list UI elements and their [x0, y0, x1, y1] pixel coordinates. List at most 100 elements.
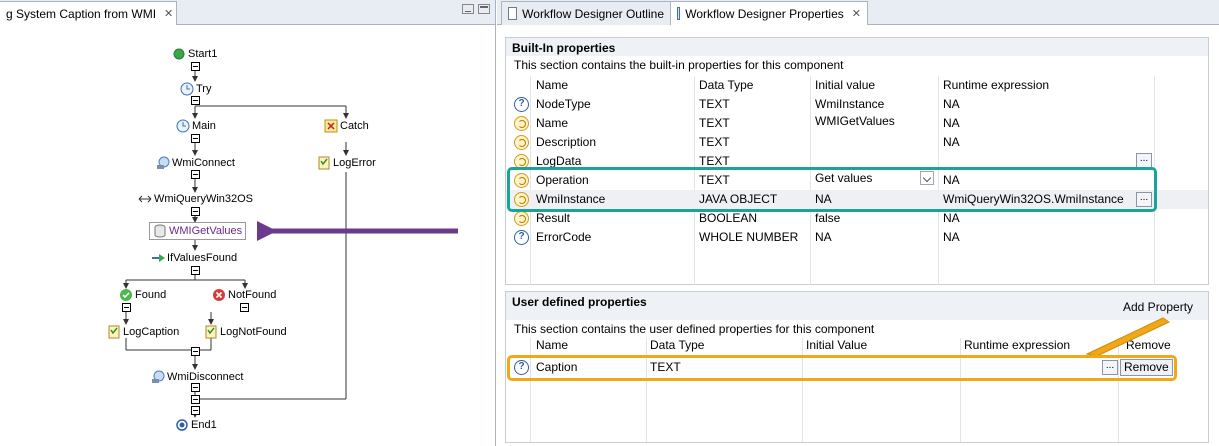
column-header: Remove — [1126, 338, 1171, 352]
table-header: Name Data Type Initial Value Runtime exp… — [506, 338, 1208, 354]
close-icon[interactable]: ✕ — [164, 7, 173, 20]
node-logcaption[interactable]: LogCaption — [107, 324, 179, 340]
workflow-connections — [123, 68, 458, 418]
cell-name: Description — [536, 135, 597, 149]
node-label: IfValuesFound — [167, 252, 238, 264]
cell-runtime[interactable]: NA — [943, 114, 960, 133]
cell-name: ErrorCode — [536, 230, 592, 244]
table-row[interactable]: Description TEXT NA — [506, 133, 1208, 152]
cell-type: WHOLE NUMBER — [699, 230, 799, 244]
error-icon — [212, 288, 226, 302]
node-end[interactable]: End1 — [175, 417, 217, 433]
node-ifvalues[interactable]: IfValuesFound — [151, 250, 237, 266]
log-icon — [204, 325, 218, 339]
connector — [191, 96, 200, 105]
connector — [191, 170, 200, 179]
node-label: Start1 — [188, 48, 218, 60]
column-header: Runtime expression — [943, 78, 1050, 92]
node-found[interactable]: Found — [119, 287, 166, 303]
cell-name: Name — [536, 116, 569, 130]
builtin-properties-section: Built-In properties This section contain… — [505, 37, 1209, 285]
end-icon — [175, 418, 189, 432]
properties-panel: Workflow Designer Outline Workflow Desig… — [497, 0, 1219, 446]
node-label: LogCaption — [123, 326, 180, 338]
highlight-box-orange — [507, 355, 1177, 381]
tab-properties[interactable]: Workflow Designer Properties ✕ — [670, 1, 868, 25]
connector — [191, 134, 200, 143]
node-label: WmiConnect — [172, 157, 235, 169]
node-wmiconnect[interactable]: WmiConnect — [156, 155, 235, 171]
table-header: Name Data Type Initial value Runtime exp… — [506, 76, 1208, 95]
tab-label: Workflow Designer Properties — [685, 6, 844, 21]
column-header: Initial Value — [806, 338, 868, 352]
wmi-icon — [151, 370, 165, 384]
connector — [191, 266, 200, 275]
expression-icon — [514, 116, 529, 131]
editor-tab[interactable]: g System Caption from WMI ✕ — [0, 1, 177, 25]
close-icon[interactable]: ✕ — [852, 7, 861, 20]
maximize-icon[interactable] — [478, 4, 490, 14]
workflow-canvas[interactable]: Start1 Try Main Catch WmiConnect LogErro… — [0, 26, 495, 446]
node-label: WmiQueryWin32OS — [154, 193, 254, 205]
builtin-description: This section contains the built-in prope… — [514, 58, 844, 72]
node-logerror[interactable]: LogError — [317, 155, 376, 171]
ellipsis-button[interactable]: ... — [1136, 153, 1152, 168]
clock-icon — [176, 119, 190, 133]
column-header: Runtime expression — [964, 338, 1071, 352]
expression-icon — [514, 211, 529, 226]
connector — [191, 406, 200, 415]
branch-icon — [151, 251, 165, 265]
node-lognotfound[interactable]: LogNotFound — [204, 324, 287, 340]
outline-icon — [508, 7, 518, 20]
editor-tab-title: g System Caption from WMI — [6, 6, 157, 21]
tab-label: Workflow Designer Outline — [522, 6, 664, 21]
clock-icon — [180, 82, 194, 96]
node-notfound[interactable]: NotFound — [212, 287, 276, 303]
node-wmigetvalues[interactable]: WMIGetValues — [149, 222, 247, 240]
node-label: Catch — [340, 120, 369, 132]
cell-name: NodeType — [536, 97, 591, 111]
cell-runtime[interactable]: NA — [943, 95, 960, 114]
table-row[interactable]: ? ErrorCode WHOLE NUMBER NA NA — [506, 228, 1208, 247]
table-row[interactable]: Name TEXT WMIGetValues NA — [506, 114, 1208, 133]
node-main[interactable]: Main — [176, 118, 216, 134]
help-icon: ? — [514, 97, 529, 112]
check-icon — [119, 288, 133, 302]
add-property-button[interactable]: Add Property — [1123, 300, 1193, 314]
query-icon — [138, 192, 152, 206]
user-table: Name Data Type Initial Value Runtime exp… — [506, 338, 1208, 442]
node-wmidisconnect[interactable]: WmiDisconnect — [151, 369, 243, 385]
help-icon: ? — [514, 230, 529, 245]
node-wmiquery[interactable]: WmiQueryWin32OS — [138, 191, 253, 207]
cell-runtime[interactable]: NA — [943, 133, 960, 152]
cell-initial[interactable]: WMIGetValues — [815, 112, 895, 131]
node-label: Try — [196, 83, 212, 95]
node-catch[interactable]: Catch — [324, 118, 369, 134]
node-label: LogError — [333, 157, 376, 169]
column-header: Name — [536, 78, 569, 92]
node-label: NotFound — [228, 289, 277, 301]
expression-icon — [514, 135, 529, 150]
user-title: User defined properties — [506, 292, 1208, 320]
tab-outline[interactable]: Workflow Designer Outline — [501, 1, 671, 25]
workflow-editor: g System Caption from WMI ✕ Start1 Try M… — [0, 0, 496, 446]
node-label: WMIGetValues — [169, 225, 243, 237]
editor-tab-bar: g System Caption from WMI ✕ — [0, 0, 495, 25]
cell-initial[interactable]: NA — [815, 228, 832, 247]
node-start[interactable]: Start1 — [172, 46, 217, 62]
cell-runtime[interactable]: NA — [943, 228, 960, 247]
node-try[interactable]: Try — [180, 81, 211, 97]
properties-icon — [677, 7, 681, 20]
cell-type: TEXT — [699, 135, 730, 149]
node-label: End1 — [191, 419, 217, 431]
column-header: Initial value — [815, 78, 876, 92]
connector — [191, 347, 200, 356]
connector — [191, 207, 200, 216]
catch-icon — [324, 119, 338, 133]
connector — [240, 303, 249, 312]
cell-type: TEXT — [699, 116, 730, 130]
connector — [191, 395, 200, 404]
minimize-icon[interactable] — [462, 4, 474, 14]
builtin-title: Built-In properties — [506, 38, 1208, 56]
cell-type: TEXT — [699, 97, 730, 111]
